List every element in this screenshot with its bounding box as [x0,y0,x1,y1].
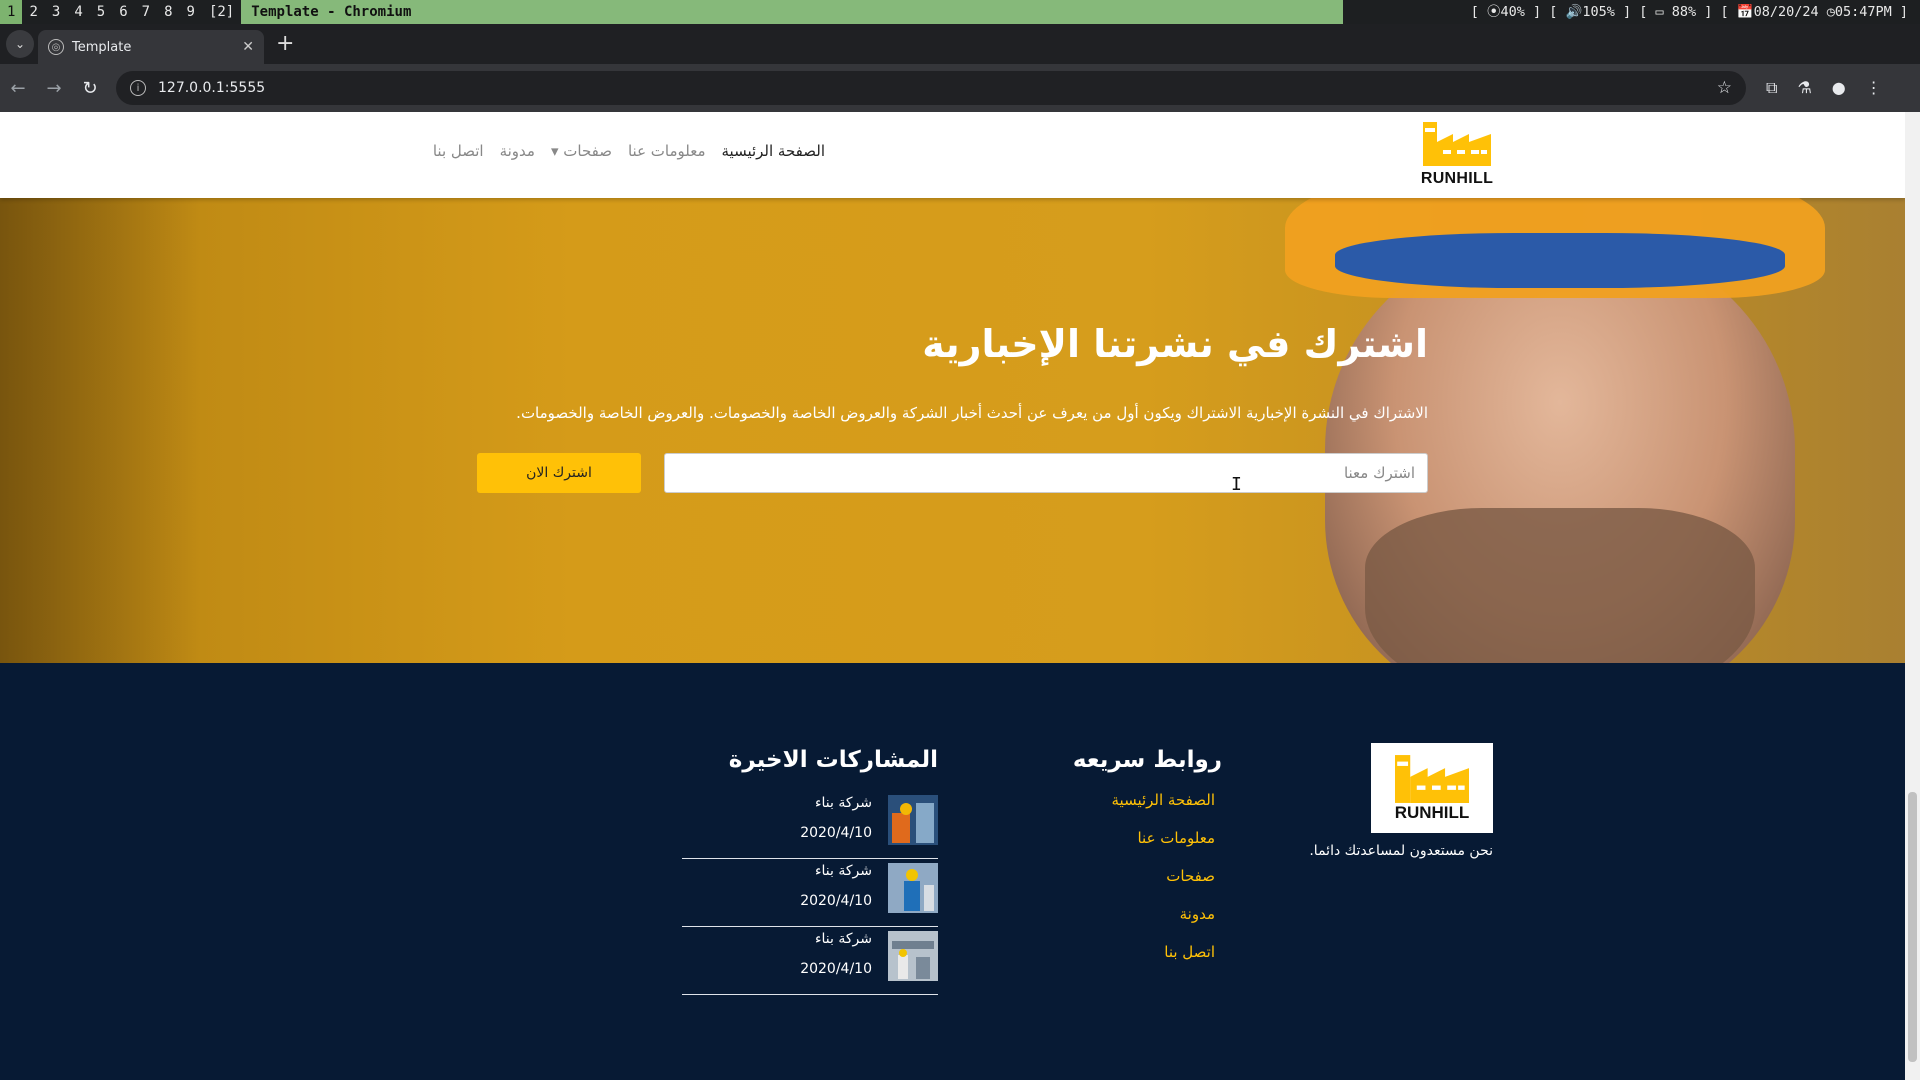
post-title[interactable]: شركة بناء [815,931,872,947]
tab-search-icon[interactable]: ⌄ [6,30,34,58]
newsletter-title: اشترك في نشرتنا الإخبارية [922,322,1428,366]
nav-about[interactable]: معلومات عنا [628,142,706,160]
footer-link-pages[interactable]: صفحات [1112,867,1215,885]
page-scrollbar[interactable] [1905,112,1920,1080]
browser-toolbar: ← → ↻ i 127.0.0.1:5555 ☆ ⧉ ⚗ ● ⋮ [0,64,1920,112]
tab-template[interactable]: ◎ Template ✕ [38,30,264,64]
bookmark-star-icon[interactable]: ☆ [1717,78,1732,98]
site-info-icon[interactable]: i [130,80,146,96]
back-icon[interactable]: ← [0,78,36,99]
nav-pages-dropdown[interactable]: صفحات ▾ [551,142,612,160]
subscribe-button[interactable]: اشترك الان [477,453,641,493]
address-bar[interactable]: i 127.0.0.1:5555 ☆ [116,71,1746,105]
factory-icon [1395,755,1469,803]
nav-blog[interactable]: مدونة [500,142,535,160]
post-thumbnail [888,931,938,981]
i3-bar: 1 2 3 4 5 6 7 8 9 [2] Template - Chromiu… [0,0,1920,24]
post-title[interactable]: شركة بناء [815,863,872,879]
recent-post-item[interactable]: شركة بناء 2020/4/10 [682,791,938,859]
workspace-1[interactable]: 1 [0,0,23,24]
nav-contact[interactable]: اتصل بنا [433,142,484,160]
tab-title: Template [72,39,132,55]
forward-icon[interactable]: → [36,78,72,99]
hero-worker-beard [1365,508,1755,663]
status-line: [ ⦿40% ] [ 🔊105% ] [ ▭ 88% ] [ 📅08/20/24… [1343,0,1920,24]
profile-icon[interactable]: ● [1832,78,1846,98]
post-title[interactable]: شركة بناء [815,795,872,811]
new-tab-icon[interactable]: + [276,31,294,56]
main-nav: اتصل بنا مدونة صفحات ▾ معلومات عنا الصفح… [433,142,825,160]
workspace-9[interactable]: 9 [180,0,202,24]
footer-link-home[interactable]: الصفحة الرئيسية [1112,791,1216,809]
hero-helmet-band [1335,233,1785,288]
scrollbar-thumb[interactable] [1908,792,1917,1062]
globe-icon: ◎ [48,39,64,55]
factory-icon [1423,122,1491,166]
post-date: 2020/4/10 [800,893,872,909]
logo-text: RUNHILL [1420,170,1494,187]
footer-link-about[interactable]: معلومات عنا [1112,829,1215,847]
menu-icon[interactable]: ⋮ [1866,78,1882,98]
workspace-6[interactable]: 6 [112,0,134,24]
newsletter-hero: اشترك في نشرتنا الإخبارية الاشتراك في ال… [0,198,1905,663]
page-viewport: RUNHILL اتصل بنا مدونة صفحات ▾ معلومات ع… [0,112,1905,1080]
quick-links-title: روابط سريعه [1072,747,1222,773]
footer-link-blog[interactable]: مدونة [1112,905,1215,923]
workspace-4[interactable]: 4 [67,0,89,24]
recent-posts-title: المشاركات الاخيرة [728,747,938,773]
footer-link-contact[interactable]: اتصل بنا [1112,943,1215,961]
newsletter-description: الاشتراك في النشرة الإخبارية الاشتراك وي… [516,404,1428,422]
recent-posts-list: شركة بناء 2020/4/10 شركة بناء 2020/4/10 … [682,791,938,995]
extensions-icon[interactable]: ⧉ [1766,78,1777,98]
footer-about-text: نحن مستعدون لمساعدتك دائما. [1309,843,1493,859]
footer-logo-text: RUNHILL [1394,803,1470,822]
url-text[interactable]: 127.0.0.1:5555 [158,80,1717,96]
quick-links-list: الصفحة الرئيسية معلومات عنا صفحات مدونة … [1112,791,1216,961]
site-logo[interactable]: RUNHILL [1419,122,1495,188]
reload-icon[interactable]: ↻ [72,78,108,99]
tab-strip: ⌄ ◎ Template ✕ + [0,24,1920,64]
nav-home[interactable]: الصفحة الرئيسية [722,142,826,160]
site-footer: RUNHILL نحن مستعدون لمساعدتك دائما. رواب… [0,663,1905,1080]
newsletter-email-input[interactable]: اشترك معنا [664,453,1428,493]
workspace-7[interactable]: 7 [135,0,157,24]
post-thumbnail [888,863,938,913]
text-cursor-icon: I [1231,474,1242,495]
post-date: 2020/4/10 [800,961,872,977]
labs-icon[interactable]: ⚗ [1797,78,1811,98]
close-tab-icon[interactable]: ✕ [242,39,254,55]
recent-post-item[interactable]: شركة بناء 2020/4/10 [682,859,938,927]
recent-post-item[interactable]: شركة بناء 2020/4/10 [682,927,938,995]
site-header: RUNHILL اتصل بنا مدونة صفحات ▾ معلومات ع… [0,112,1905,198]
window-title: Template - Chromium [241,0,1344,24]
workspace-5[interactable]: 5 [90,0,112,24]
workspace-3[interactable]: 3 [45,0,67,24]
workspace-2[interactable]: 2 [22,0,44,24]
workspace-8[interactable]: 8 [157,0,179,24]
hero-shade [0,198,200,663]
workspace-scratch[interactable]: [2] [202,0,241,24]
post-thumbnail [888,795,938,845]
post-date: 2020/4/10 [800,825,872,841]
footer-logo[interactable]: RUNHILL [1371,743,1493,833]
